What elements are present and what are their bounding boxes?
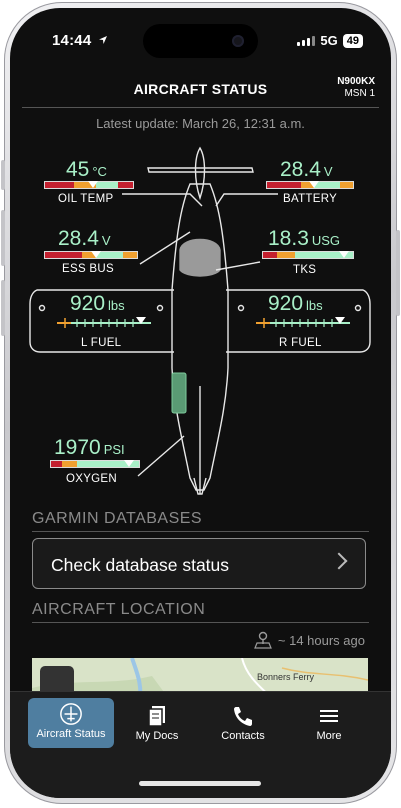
tab-more[interactable]: More — [286, 700, 372, 750]
location-section-title: AIRCRAFT LOCATION — [32, 601, 206, 618]
docs-icon — [148, 706, 165, 727]
battery-label: BATTERY — [283, 193, 338, 205]
oil-temp-value: 45 °C — [66, 158, 107, 181]
chevron-right-icon — [330, 552, 348, 570]
tks-label: TKS — [293, 264, 317, 276]
oxygen-marker — [124, 460, 134, 467]
oxygen-label: OXYGEN — [66, 473, 118, 485]
location-time: ~ 14 hours ago — [277, 632, 365, 648]
battery-value: 28.4 V — [280, 158, 333, 181]
header: AIRCRAFT STATUS N900KX MSN 1 — [10, 64, 391, 110]
menu-icon — [320, 710, 338, 722]
network-type: 5G — [320, 33, 338, 48]
oil-temp-marker — [88, 181, 98, 188]
tab-label: Contacts — [221, 730, 265, 742]
battery-marker — [309, 181, 319, 188]
signal-icon — [297, 35, 316, 46]
r-fuel-marker — [335, 317, 345, 324]
databases-section-title: GARMIN DATABASES — [32, 510, 203, 527]
ess-bus-label: ESS BUS — [62, 263, 114, 275]
aircraft-id: N900KX MSN 1 — [337, 76, 375, 100]
map-city-label: Bonners Ferry — [257, 672, 315, 682]
phone-icon — [234, 707, 252, 726]
location-divider — [32, 622, 369, 623]
oil-temp-label: OIL TEMP — [58, 193, 114, 205]
tail-number: N900KX — [337, 76, 375, 87]
databases-divider — [32, 531, 369, 532]
dynamic-island — [143, 24, 258, 58]
tab-label: Aircraft Status — [36, 728, 106, 740]
check-database-label: Check database status — [51, 555, 230, 575]
camera-icon — [232, 35, 244, 47]
page-title: AIRCRAFT STATUS — [133, 81, 268, 97]
status-indicators: 5G 49 — [297, 33, 363, 48]
msn: MSN 1 — [344, 88, 375, 99]
tab-label: My Docs — [135, 730, 179, 742]
app-screen: 14:44 5G 49 AIRCRAFT STATUS N900KX MSN 1… — [10, 8, 391, 798]
header-divider — [22, 107, 379, 108]
status-time: 14:44 — [52, 32, 108, 49]
tab-aircraft-status[interactable]: Aircraft Status — [28, 698, 114, 748]
l-fuel-marker — [136, 317, 146, 324]
check-database-button[interactable]: Check database status — [32, 538, 366, 589]
battery-icon: 49 — [342, 33, 363, 48]
home-indicator[interactable] — [139, 781, 261, 786]
l-fuel-label: L FUEL — [81, 337, 122, 349]
ess-bus-value: 28.4 V — [58, 227, 111, 250]
aircraft-icon — [60, 703, 82, 725]
action-button[interactable] — [1, 160, 5, 190]
volume-down-button[interactable] — [1, 280, 5, 336]
clock: 14:44 — [52, 32, 92, 49]
power-button[interactable] — [396, 230, 400, 316]
tab-contacts[interactable]: Contacts — [200, 700, 286, 750]
tab-label: More — [316, 730, 342, 742]
l-fuel-value: 920 lbs — [70, 292, 125, 315]
location-pin-icon — [254, 631, 272, 649]
location-arrow-icon — [98, 36, 107, 44]
last-update: Latest update: March 26, 12:31 a.m. — [96, 116, 305, 131]
tks-marker — [339, 251, 349, 258]
oxygen-value: 1970 PSI — [54, 436, 125, 459]
ess-bus-marker — [91, 251, 101, 258]
r-fuel-value: 920 lbs — [268, 292, 323, 315]
volume-up-button[interactable] — [1, 210, 5, 266]
tks-value: 18.3 USG — [268, 227, 341, 250]
location-updated: ~ 14 hours ago — [253, 631, 365, 649]
tab-my-docs[interactable]: My Docs — [114, 700, 200, 750]
r-fuel-label: R FUEL — [279, 337, 322, 349]
